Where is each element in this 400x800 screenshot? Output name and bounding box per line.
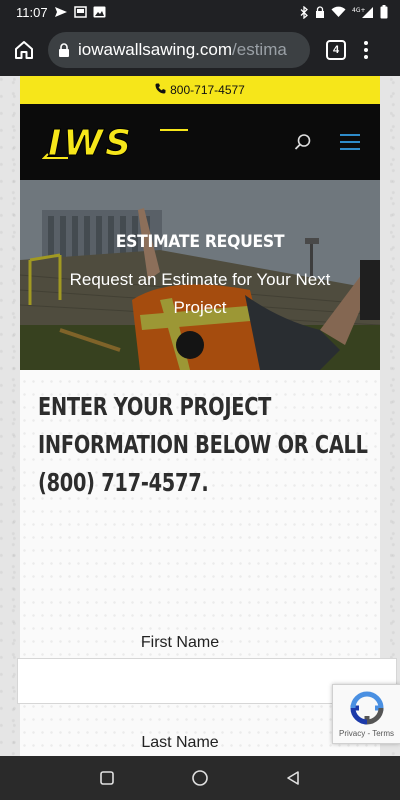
- status-time: 11:07: [16, 4, 48, 20]
- signal-icon: 4G+: [352, 6, 374, 19]
- phone-strip[interactable]: 800-717-4577: [20, 76, 380, 104]
- menu-dots-icon[interactable]: [364, 41, 368, 59]
- back-button[interactable]: [278, 763, 308, 793]
- recaptcha-icon: [349, 691, 384, 725]
- hamburger-menu-icon[interactable]: [340, 134, 360, 150]
- network-type: 4G+: [352, 7, 366, 14]
- image-icon: [93, 6, 106, 18]
- iws-logo[interactable]: IWS: [41, 122, 190, 165]
- home-icon: [15, 41, 33, 59]
- system-nav-bar: [0, 756, 400, 800]
- url-path: /estima: [232, 40, 287, 59]
- logo-text: IWS: [48, 123, 133, 162]
- recents-icon: [99, 771, 114, 785]
- bluetooth-icon: [300, 5, 309, 19]
- url-host: iowawallsawing.com: [78, 40, 233, 59]
- status-bar: 11:07 4G+: [0, 0, 400, 24]
- hero-banner: ESTIMATE REQUEST Request an Estimate for…: [20, 180, 380, 370]
- lock-icon: [315, 5, 325, 19]
- address-bar[interactable]: iowawallsawing.com/estima: [48, 32, 310, 68]
- battery-icon: [380, 5, 388, 19]
- site-header: IWS: [20, 104, 380, 180]
- search-icon: [294, 134, 311, 150]
- content-section: ENTER YOUR PROJECT INFORMATION BELOW OR …: [20, 370, 380, 502]
- home-nav-button[interactable]: [185, 763, 215, 793]
- estimate-form: First Name Last Name: [0, 634, 397, 756]
- hero-title: ESTIMATE REQUEST: [115, 232, 285, 252]
- browser-toolbar: iowawallsawing.com/estima 4: [0, 24, 400, 76]
- recaptcha-links[interactable]: Privacy - Terms: [339, 729, 394, 738]
- first-name-label: First Name: [140, 634, 220, 651]
- recaptcha-badge[interactable]: Privacy - Terms: [332, 684, 400, 744]
- hero-subtitle: Request an Estimate for Your Next Projec…: [69, 270, 331, 317]
- intro-heading: ENTER YOUR PROJECT INFORMATION BELOW OR …: [38, 392, 368, 497]
- tab-switcher-button[interactable]: 4: [326, 40, 346, 60]
- home-button[interactable]: [8, 34, 40, 66]
- last-name-label: Last Name: [141, 734, 219, 751]
- recents-button[interactable]: [92, 763, 122, 793]
- phone-number: 800-717-4577: [170, 83, 245, 97]
- url-text: iowawallsawing.com/estima: [78, 40, 287, 60]
- lock-icon: [58, 42, 70, 58]
- home-circle-icon: [192, 770, 208, 786]
- phone-icon: [155, 83, 166, 97]
- send-icon: [54, 6, 68, 18]
- photo-icon: [73, 6, 87, 18]
- web-page[interactable]: 800-717-4577 IWS ESTIMATE REQUEST Reques…: [0, 76, 400, 756]
- back-icon: [287, 771, 300, 785]
- search-button[interactable]: [294, 133, 312, 151]
- wifi-icon: [331, 6, 346, 18]
